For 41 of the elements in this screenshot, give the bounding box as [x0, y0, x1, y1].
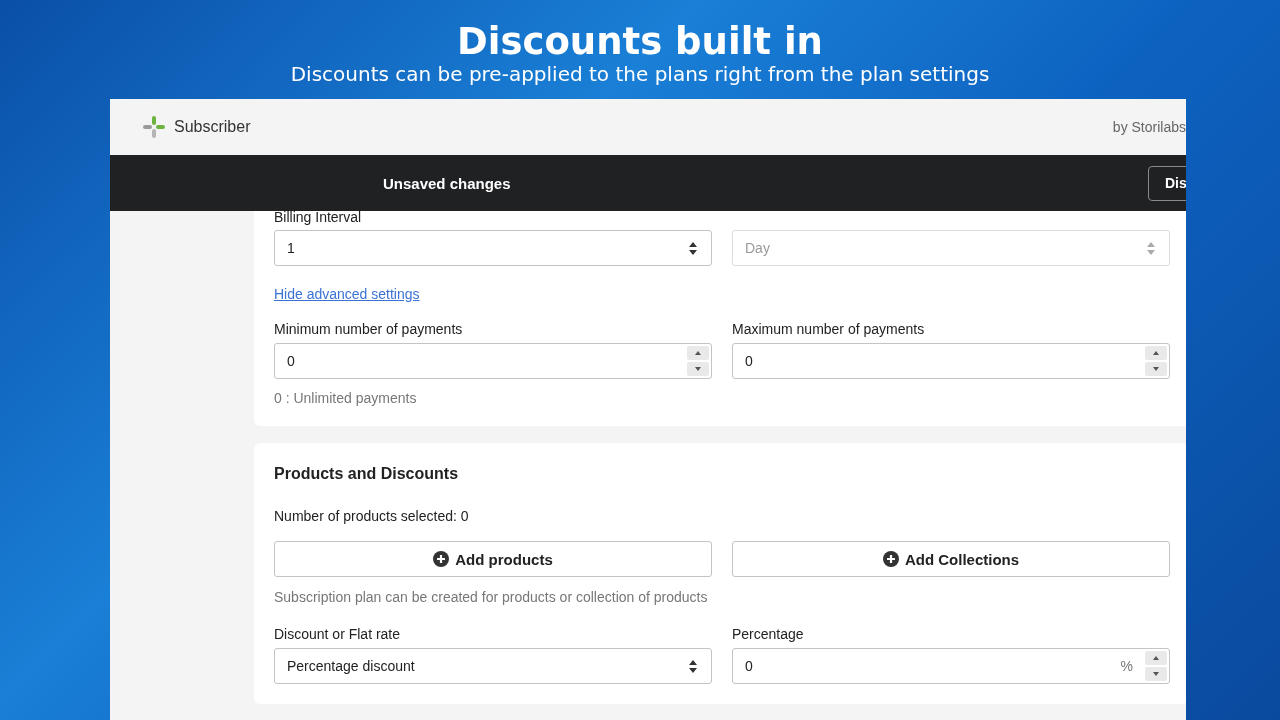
select-field[interactable]: Percentage discount [274, 648, 712, 684]
step-up-button[interactable] [687, 346, 709, 360]
help-text: 0 : Unlimited payments [274, 390, 418, 406]
number-field[interactable]: 0 % [732, 648, 1170, 684]
up-down-arrows-icon [689, 241, 697, 255]
caret-up-icon [1153, 351, 1159, 355]
hide-advanced-link[interactable]: Hide advanced settings [274, 286, 420, 302]
field-label: Minimum number of payments [274, 320, 464, 338]
select-field[interactable]: 1 [274, 230, 712, 266]
plus-circle-icon [433, 551, 450, 567]
banner-title: Discounts built in [457, 20, 823, 64]
logo-icon [142, 115, 166, 139]
step-down-button[interactable] [687, 362, 709, 376]
field-label: Percentage [732, 625, 805, 643]
caret-down-icon [1153, 367, 1159, 371]
help-text: Subscription plan can be created for products or collection of products [274, 589, 709, 605]
add-button[interactable]: Add products [274, 541, 712, 577]
number-field[interactable]: 0 [732, 343, 1170, 379]
step-up-button[interactable] [1145, 651, 1167, 665]
plus-circle-icon [882, 551, 899, 567]
step-up-button[interactable] [1145, 346, 1167, 360]
caret-down-icon [1153, 672, 1159, 676]
field-label: Maximum number of payments [732, 320, 926, 338]
app-name: Subscriber [174, 118, 251, 136]
up-down-arrows-icon [1147, 241, 1155, 255]
number-field[interactable]: 0 [274, 343, 712, 379]
byline: by Storilabs [1112, 119, 1186, 135]
field-label: Discount or Flat rate [274, 625, 402, 643]
section-title: Products and Discounts [274, 465, 460, 483]
add-button[interactable]: Add Collections [732, 541, 1170, 577]
caret-down-icon [695, 367, 701, 371]
discard-button[interactable]: Dis [1148, 165, 1186, 201]
save-bar-message: Unsaved changes [383, 174, 511, 192]
up-down-arrows-icon [689, 659, 697, 673]
caret-up-icon [1153, 656, 1159, 660]
caret-up-icon [695, 351, 701, 355]
step-down-button[interactable] [1145, 667, 1167, 681]
step-down-button[interactable] [1145, 362, 1167, 376]
field-label: Billing Interval [274, 208, 363, 226]
product-count: Number of products selected: 0 [274, 507, 470, 525]
banner-subtitle: Discounts can be pre-applied to the plans right from the plan settings [290, 61, 990, 87]
